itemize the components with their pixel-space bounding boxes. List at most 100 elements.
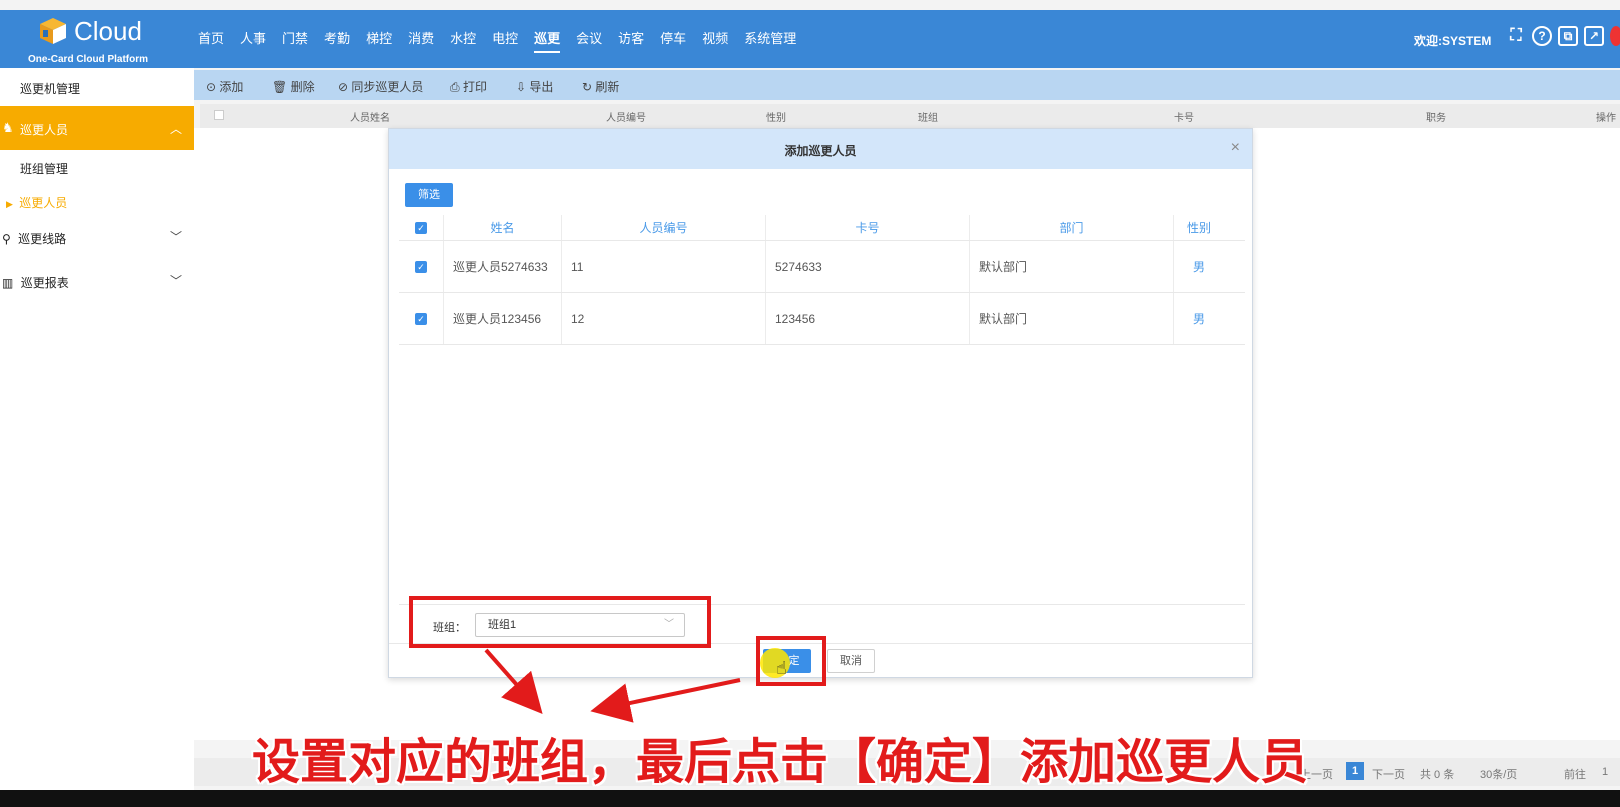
welcome-text: 欢迎:SYSTEM — [1414, 34, 1492, 48]
col-header: 卡号 — [766, 215, 970, 240]
nav-item[interactable]: 消费 — [408, 28, 434, 51]
table-row[interactable]: ✓ 巡更人员123456 12 123456 默认部门 男 — [399, 293, 1245, 345]
nav-item[interactable]: 电控 — [492, 28, 518, 51]
top-nav: 首页 人事 门禁 考勤 梯控 消费 水控 电控 巡更 会议 访客 停车 视频 系统管理 — [198, 28, 812, 53]
help-icon[interactable]: ? — [1532, 26, 1552, 46]
delete-button[interactable]: 🗑 删除 — [272, 78, 315, 95]
top-strip — [0, 0, 1620, 10]
close-icon[interactable]: × — [1231, 139, 1240, 157]
pager-goto-label: 前往 — [1564, 769, 1586, 781]
logo: Cloud One-Card Cloud Platform — [28, 14, 158, 66]
nav-item[interactable]: 水控 — [450, 28, 476, 51]
copy-icon[interactable]: ⧉ — [1558, 26, 1578, 46]
pager-size-select[interactable]: 30条/页 — [1480, 766, 1517, 782]
sidebar-item-label: 巡更人员 — [20, 123, 69, 137]
cell-dept: 默认部门 — [970, 293, 1174, 344]
chevron-up-icon: ︿ — [169, 122, 182, 136]
bar-chart-icon: ▥ — [2, 276, 14, 290]
sidebar-item-patrol-machine[interactable]: 巡更机管理 — [0, 80, 194, 97]
select-all-checkbox[interactable]: ✓ — [415, 221, 427, 234]
select-all-checkbox[interactable] — [214, 110, 224, 120]
row-checkbox-cell: ✓ — [399, 241, 444, 292]
grid-col-header: 性别 — [766, 113, 786, 124]
cell-id: 11 — [562, 241, 766, 292]
grid-col-header: 卡号 — [1174, 113, 1194, 124]
grid-col-header: 人员姓名 — [350, 113, 390, 124]
row-checkbox-cell: ✓ — [399, 293, 444, 344]
person-table-header: ✓ 姓名 人员编号 卡号 部门 性别 — [399, 215, 1245, 241]
row-checkbox[interactable]: ✓ — [415, 312, 427, 325]
nav-item[interactable]: 会议 — [576, 28, 602, 51]
sidebar-item-label: 巡更线路 — [18, 232, 67, 246]
nav-item[interactable]: 停车 — [660, 28, 686, 51]
sidebar-item-label: 巡更人员 — [19, 196, 68, 210]
nav-item[interactable]: 系统管理 — [744, 28, 796, 51]
cell-dept: 默认部门 — [970, 241, 1174, 292]
pager-goto-input[interactable]: 1 — [1602, 766, 1608, 778]
header-bar: Cloud One-Card Cloud Platform 首页 人事 门禁 考勤 梯控… — [0, 10, 1620, 68]
refresh-button[interactable]: ↻ 刷新 — [582, 78, 619, 95]
cell-name: 巡更人员5274633 — [444, 241, 562, 292]
nav-item[interactable]: 门禁 — [282, 28, 308, 51]
bottom-bar — [0, 790, 1620, 807]
chevron-down-icon: ﹀ — [169, 230, 182, 244]
sidebar-item-patrol-report[interactable]: ▥ 巡更报表 ﹀ — [0, 274, 194, 291]
fullscreen-icon[interactable]: ⛶ — [1506, 26, 1526, 46]
header-checkbox-cell: ✓ — [399, 215, 444, 240]
nav-item[interactable]: 视频 — [702, 28, 728, 51]
cell-name: 巡更人员123456 — [444, 293, 562, 344]
hand-cursor-icon: ☝ — [776, 658, 787, 678]
grid-header: 人员姓名 人员编号 性别 班组 卡号 职务 操作 — [200, 104, 1620, 128]
nav-item[interactable]: 首页 — [198, 28, 224, 51]
nav-item[interactable]: 考勤 — [324, 28, 350, 51]
grid-col-header: 职务 — [1426, 113, 1446, 124]
dialog-header: 添加巡更人员 × — [389, 129, 1252, 169]
col-header: 部门 — [970, 215, 1174, 240]
sidebar-item-patrol-route[interactable]: ⚲ 巡更线路 ﹀ — [0, 230, 194, 247]
sidebar-item-label: 巡更机管理 — [20, 82, 81, 96]
logo-text: Cloud — [74, 16, 142, 46]
filter-button[interactable]: 筛选 — [405, 183, 453, 207]
col-header: 姓名 — [444, 215, 562, 240]
caption-text: 设置对应的班组，最后点击【确定】添加巡更人员 — [252, 734, 1309, 790]
chevron-down-icon: ﹀ — [169, 274, 182, 288]
col-header: 人员编号 — [562, 215, 766, 240]
sync-button[interactable]: ⊘ 同步巡更人员 — [338, 78, 423, 95]
grid-col-header: 班组 — [918, 113, 938, 124]
cell-card: 123456 — [766, 293, 970, 344]
pager-next[interactable]: 下一页 — [1372, 766, 1405, 782]
sidebar-item-group-manage[interactable]: 班组管理 — [0, 160, 194, 177]
pager-current[interactable]: 1 — [1346, 762, 1364, 780]
power-icon[interactable] — [1610, 26, 1620, 46]
export-button[interactable]: ⇩ 导出 — [516, 78, 553, 95]
person-icon: ♞ — [2, 120, 14, 135]
nav-item[interactable]: 梯控 — [366, 28, 392, 51]
dialog-title: 添加巡更人员 — [784, 144, 857, 158]
sidebar: 巡更机管理 ♞ 巡更人员 ︿ 班组管理 ▶ 巡更人员 ⚲ 巡更线路 ﹀ ▥ 巡更… — [0, 68, 194, 307]
triangle-right-icon: ▶ — [6, 199, 13, 209]
nav-item[interactable]: 访客 — [618, 28, 644, 51]
grid-col-header: 人员编号 — [606, 113, 646, 124]
print-button[interactable]: ⎙ 打印 — [450, 78, 487, 95]
table-row[interactable]: ✓ 巡更人员5274633 11 5274633 默认部门 男 — [399, 241, 1245, 293]
nav-item[interactable]: 巡更 — [534, 28, 561, 53]
annotation-group-box — [409, 596, 711, 648]
grid-col-header: 操作 — [1596, 113, 1616, 124]
cell-card: 5274633 — [766, 241, 970, 292]
edit-icon[interactable]: ↗ — [1584, 26, 1604, 46]
logo-subtitle: One-Card Cloud Platform — [28, 54, 149, 65]
sidebar-item-label: 班组管理 — [20, 162, 69, 176]
sidebar-item-patrol-person-sub[interactable]: ▶ 巡更人员 — [0, 194, 194, 211]
add-button[interactable]: ⊙ 添加 — [206, 78, 243, 95]
cancel-button[interactable]: 取消 — [827, 649, 875, 673]
pager-total: 共 0 条 — [1420, 769, 1455, 781]
sidebar-item-patrol-person[interactable]: ♞ 巡更人员 ︿ — [0, 106, 194, 150]
cell-sex: 男 — [1192, 260, 1205, 274]
cell-id: 12 — [562, 293, 766, 344]
logo-box-icon — [40, 18, 66, 44]
col-header: 性别 — [1186, 221, 1211, 235]
header-icons: ⛶ ? ⧉ ↗ — [1506, 26, 1620, 46]
cell-sex: 男 — [1192, 312, 1205, 326]
nav-item[interactable]: 人事 — [240, 28, 266, 51]
row-checkbox[interactable]: ✓ — [415, 260, 427, 273]
